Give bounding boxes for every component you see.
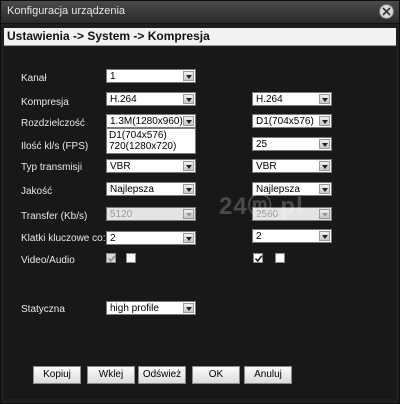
transfer-select-left: 5120 [106,207,196,221]
label-rozdzielczosc: Rozdzielczość [21,118,85,129]
window-title: Konfiguracja urządzenia [7,5,126,17]
typ-transmisji-select-left[interactable]: VBR [106,159,196,173]
typ-transmisji-select-right[interactable]: VBR [252,159,332,173]
klatki-select-right[interactable]: 2 [252,229,332,243]
resolution-dropdown-list[interactable]: D1(704x576) 720(1280x720) [106,128,196,154]
klatki-value-left: 2 [110,233,116,244]
chevron-down-icon [183,209,194,219]
video-checkbox-right[interactable] [253,253,263,263]
chevron-down-icon [183,94,194,104]
label-transfer: Transfer (Kb/s) [21,211,88,222]
statyczna-select[interactable]: high profile [106,301,196,315]
rozdzielczosc-value-left: 1.3M(1280x960) [110,116,183,127]
ok-button[interactable]: OK [192,366,240,384]
chevron-down-icon [183,71,194,81]
kompresja-select-left[interactable]: H.264 [106,92,196,106]
label-video-audio: Video/Audio [21,255,75,266]
chevron-down-icon [319,209,330,219]
odswiez-button[interactable]: Odśwież [138,366,186,384]
chevron-down-icon [319,94,330,104]
kanal-select[interactable]: 1 [106,69,196,83]
kopiuj-button[interactable]: Kopiuj [33,366,81,384]
anuluj-button[interactable]: Anuluj [244,366,292,384]
chevron-down-icon [183,161,194,171]
typ-value-right: VBR [256,161,277,172]
fps-value-right: 25 [256,139,268,150]
kompresja-select-right[interactable]: H.264 [252,92,332,106]
config-window: Konfiguracja urządzenia Ustawienia -> Sy… [0,0,400,404]
label-fps: Ilość kl/s (FPS) [21,141,89,152]
rozdzielczosc-select-right[interactable]: D1(704x576) [252,114,332,128]
audio-checkbox-left[interactable] [126,253,136,263]
close-icon[interactable] [379,4,394,19]
jakosc-select-left[interactable]: Najlepsza [106,182,196,196]
typ-value-left: VBR [110,161,131,172]
label-typ-transmisji: Typ transmisji [21,162,83,173]
title-bar: Konfiguracja urządzenia [1,1,399,24]
resolution-option-720[interactable]: 720(1280x720) [109,141,176,152]
chevron-down-icon [183,303,194,313]
chevron-down-icon [319,161,330,171]
label-statyczna: Statyczna [21,304,65,315]
breadcrumb-bar: Ustawienia -> System -> Kompresja [4,28,396,46]
video-checkbox-left [106,253,116,263]
label-kanal: Kanał [21,73,47,84]
transfer-value-left: 5120 [110,209,133,220]
chevron-down-icon [183,233,194,243]
statyczna-value: high profile [110,303,159,314]
chevron-down-icon [183,184,194,194]
klatki-value-right: 2 [256,231,262,242]
label-kompresja: Kompresja [21,97,69,108]
fps-select-right[interactable]: 25 [252,137,332,151]
kanal-value: 1 [110,71,116,82]
chevron-down-icon [319,139,330,149]
watermark-logo: 24ⓜ.pl [219,193,304,220]
breadcrumb: Ustawienia -> System -> Kompresja [7,29,210,43]
jakosc-value-left: Najlepsza [110,184,154,195]
label-jakosc: Jakość [21,186,53,197]
chevron-down-icon [183,116,194,126]
wklej-button[interactable]: Wklej [87,366,135,384]
chevron-down-icon [319,231,330,241]
label-klatki: Klatki kluczowe co: [21,233,106,244]
klatki-select-left[interactable]: 2 [106,231,196,245]
kompresja-value-left: H.264 [110,94,137,105]
audio-checkbox-right[interactable] [275,253,285,263]
rozdzielczosc-value-right: D1(704x576) [256,116,314,127]
chevron-down-icon [319,184,330,194]
rozdzielczosc-select-left[interactable]: 1.3M(1280x960) [106,114,196,128]
resolution-option-d1[interactable]: D1(704x576) [109,130,167,141]
chevron-down-icon [319,116,330,126]
kompresja-value-right: H.264 [256,94,283,105]
